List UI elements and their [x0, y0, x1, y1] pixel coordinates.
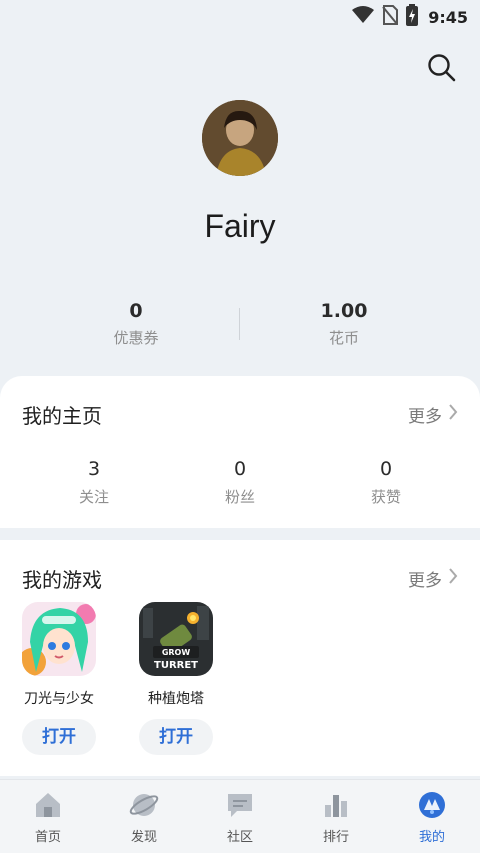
game-item: GROW TURRET 种植炮塔 打开 — [121, 602, 231, 755]
chevron-right-icon — [448, 403, 458, 426]
avatar[interactable] — [202, 100, 278, 176]
open-game-button[interactable]: 打开 — [139, 719, 213, 755]
my-homepage-title: 我的主页 — [22, 404, 102, 428]
homepage-more-link[interactable]: 更多 — [408, 402, 458, 427]
search-button[interactable] — [424, 52, 460, 88]
likes-count: 0 — [379, 458, 393, 480]
tab-community[interactable]: 社区 — [192, 790, 288, 845]
likes-stat[interactable]: 0 获赞 — [336, 458, 436, 507]
game-icon-blade-girl[interactable] — [22, 602, 96, 676]
stats-divider — [239, 308, 240, 340]
grow-text: GROW — [162, 648, 191, 657]
tab-home[interactable]: 首页 — [0, 790, 96, 845]
following-label: 关注 — [78, 488, 109, 506]
no-sim-icon — [382, 5, 399, 29]
more-label: 更多 — [408, 571, 442, 591]
profile-icon — [384, 790, 480, 820]
tab-label: 社区 — [226, 830, 253, 845]
battery-icon — [406, 4, 419, 30]
likes-label: 获赞 — [370, 488, 401, 506]
game-name: 刀光与少女 — [24, 691, 94, 707]
tab-ranking[interactable]: 排行 — [288, 790, 384, 845]
home-icon — [0, 790, 96, 820]
my-homepage-card: 我的主页 更多 3 关注 0 粉丝 0 获赞 — [0, 376, 480, 528]
more-label: 更多 — [408, 407, 442, 427]
my-games-card: 我的游戏 更多 刀光与少女 打开 GROW TURRET 种植炮塔 打开 — [0, 540, 480, 776]
game-icon-grow-turret[interactable]: GROW TURRET — [139, 602, 213, 676]
status-bar: 9:45 — [0, 0, 480, 34]
coupon-label: 优惠券 — [113, 329, 159, 347]
coin-balance: 1.00 — [320, 300, 368, 322]
tab-label: 发现 — [130, 830, 157, 845]
tab-discover[interactable]: 发现 — [96, 790, 192, 845]
followers-stat[interactable]: 0 粉丝 — [190, 458, 290, 507]
game-name: 种植炮塔 — [148, 691, 204, 707]
tab-label: 首页 — [34, 830, 61, 845]
turret-text: TURRET — [154, 660, 198, 671]
bar-chart-icon — [288, 790, 384, 820]
following-stat[interactable]: 3 关注 — [44, 458, 144, 507]
coin-stat[interactable]: 1.00 花币 — [274, 300, 414, 348]
games-more-link[interactable]: 更多 — [408, 566, 458, 591]
open-game-button[interactable]: 打开 — [22, 719, 96, 755]
coupon-count: 0 — [129, 300, 143, 322]
game-item: 刀光与少女 打开 — [4, 602, 114, 755]
chevron-right-icon — [448, 567, 458, 590]
status-time: 9:45 — [428, 7, 468, 27]
tab-label: 排行 — [322, 830, 349, 845]
wallet-stats: 0 优惠券 1.00 花币 — [0, 300, 480, 352]
chat-icon — [192, 790, 288, 820]
search-icon — [427, 53, 457, 87]
wifi-icon — [352, 6, 375, 28]
planet-icon — [96, 790, 192, 820]
coin-label: 花币 — [328, 329, 359, 347]
coupon-stat[interactable]: 0 优惠券 — [66, 300, 206, 348]
bottom-tab-bar: 首页 发现 社区 排行 我的 — [0, 779, 480, 853]
followers-label: 粉丝 — [224, 488, 255, 506]
my-games-title: 我的游戏 — [22, 568, 102, 592]
following-count: 3 — [87, 458, 101, 480]
username: Fairy — [204, 208, 276, 244]
tab-mine[interactable]: 我的 — [384, 790, 480, 845]
tab-label: 我的 — [418, 830, 445, 845]
followers-count: 0 — [233, 458, 247, 480]
